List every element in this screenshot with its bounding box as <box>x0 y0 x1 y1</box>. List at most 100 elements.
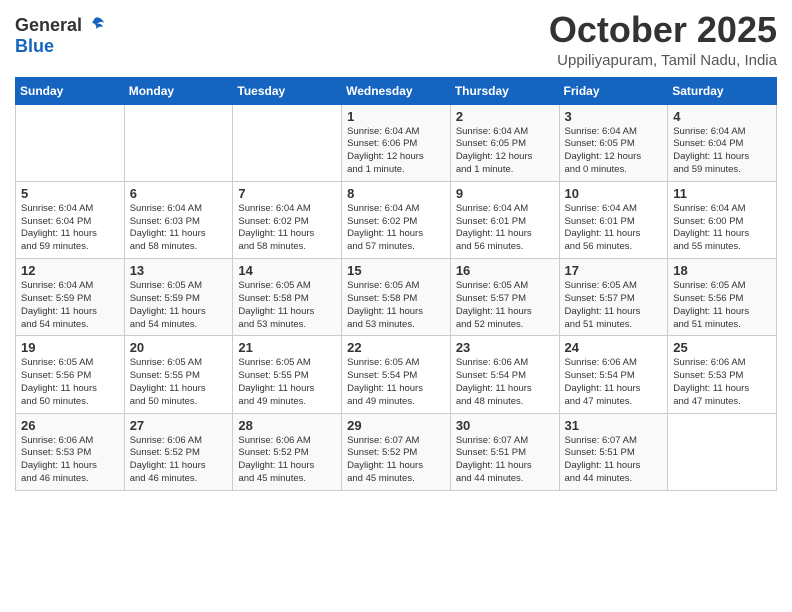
weekday-header-friday: Friday <box>559 77 668 104</box>
calendar-cell: 30 Sunrise: 6:07 AM Sunset: 5:51 PM Dayli… <box>450 413 559 490</box>
day-info: Sunrise: 6:06 AM Sunset: 5:53 PM Dayligh… <box>673 357 771 408</box>
day-info: Sunrise: 6:04 AM Sunset: 6:00 PM Dayligh… <box>673 203 771 254</box>
day-info: Sunrise: 6:05 AM Sunset: 5:56 PM Dayligh… <box>21 357 119 408</box>
day-info: Sunrise: 6:04 AM Sunset: 6:05 PM Dayligh… <box>456 126 554 177</box>
day-number: 1 <box>347 109 445 124</box>
day-number: 16 <box>456 263 554 278</box>
calendar-cell: 20Sunrise: 6:05 AM Sunset: 5:55 PM Dayli… <box>124 336 233 413</box>
weekday-header-tuesday: Tuesday <box>233 77 342 104</box>
day-number: 25 <box>673 340 771 355</box>
day-info: Sunrise: 6:06 AM Sunset: 5:53 PM Dayligh… <box>21 435 119 486</box>
day-info: Sunrise: 6:05 AM Sunset: 5:57 PM Dayligh… <box>456 280 554 331</box>
day-info: Sunrise: 6:04 AM Sunset: 6:06 PM Dayligh… <box>347 126 445 177</box>
day-info: Sunrise: 6:05 AM Sunset: 5:55 PM Dayligh… <box>238 357 336 408</box>
month-title: October 2025 <box>549 10 777 50</box>
day-number: 9 <box>456 186 554 201</box>
day-info: Sunrise: 6:07 AM Sunset: 5:51 PM Dayligh… <box>456 435 554 486</box>
day-number: 15 <box>347 263 445 278</box>
calendar-cell <box>124 104 233 181</box>
day-info: Sunrise: 6:06 AM Sunset: 5:54 PM Dayligh… <box>456 357 554 408</box>
calendar-cell: 17 Sunrise: 6:05 AM Sunset: 5:57 PM Dayli… <box>559 259 668 336</box>
day-info: Sunrise: 6:04 AM Sunset: 5:59 PM Dayligh… <box>21 280 119 331</box>
day-number: 30 <box>456 418 554 433</box>
calendar-cell: 31 Sunrise: 6:07 AM Sunset: 5:51 PM Dayli… <box>559 413 668 490</box>
logo-general-text: General <box>15 16 82 36</box>
calendar-cell: 12 Sunrise: 6:04 AM Sunset: 5:59 PM Dayli… <box>16 259 125 336</box>
weekday-header-monday: Monday <box>124 77 233 104</box>
day-number: 18 <box>673 263 771 278</box>
day-number: 7 <box>238 186 336 201</box>
calendar-week-5: 26 Sunrise: 6:06 AM Sunset: 5:53 PM Dayli… <box>16 413 777 490</box>
calendar-cell: 11 Sunrise: 6:04 AM Sunset: 6:00 PM Dayli… <box>668 181 777 258</box>
day-number: 29 <box>347 418 445 433</box>
weekday-header-saturday: Saturday <box>668 77 777 104</box>
day-info: Sunrise: 6:06 AM Sunset: 5:54 PM Dayligh… <box>565 357 663 408</box>
calendar-cell: 3 Sunrise: 6:04 AM Sunset: 6:05 PM Daylig… <box>559 104 668 181</box>
calendar-cell: 15 Sunrise: 6:05 AM Sunset: 5:58 PM Dayli… <box>342 259 451 336</box>
day-number: 17 <box>565 263 663 278</box>
calendar-cell: 21 Sunrise: 6:05 AM Sunset: 5:55 PM Dayli… <box>233 336 342 413</box>
day-number: 21 <box>238 340 336 355</box>
logo-blue-text: Blue <box>15 36 54 56</box>
calendar-cell: 19 Sunrise: 6:05 AM Sunset: 5:56 PM Dayli… <box>16 336 125 413</box>
day-number: 23 <box>456 340 554 355</box>
day-info: Sunrise: 6:04 AM Sunset: 6:05 PM Dayligh… <box>565 126 663 177</box>
day-number: 11 <box>673 186 771 201</box>
day-number: 31 <box>565 418 663 433</box>
day-number: 8 <box>347 186 445 201</box>
day-number: 13 <box>130 263 228 278</box>
day-info: Sunrise: 6:05 AM Sunset: 5:54 PM Dayligh… <box>347 357 445 408</box>
day-info: Sunrise: 6:04 AM Sunset: 6:01 PM Dayligh… <box>456 203 554 254</box>
calendar-cell: 24 Sunrise: 6:06 AM Sunset: 5:54 PM Dayli… <box>559 336 668 413</box>
day-number: 28 <box>238 418 336 433</box>
day-number: 22 <box>347 340 445 355</box>
day-info: Sunrise: 6:05 AM Sunset: 5:57 PM Dayligh… <box>565 280 663 331</box>
calendar-cell: 4Sunrise: 6:04 AM Sunset: 6:04 PM Daylig… <box>668 104 777 181</box>
logo-bird-icon <box>84 15 106 37</box>
calendar-cell: 5Sunrise: 6:04 AM Sunset: 6:04 PM Daylig… <box>16 181 125 258</box>
calendar-cell: 23 Sunrise: 6:06 AM Sunset: 5:54 PM Dayli… <box>450 336 559 413</box>
calendar-cell: 2Sunrise: 6:04 AM Sunset: 6:05 PM Daylig… <box>450 104 559 181</box>
title-block: October 2025 Uppiliyapuram, Tamil Nadu, … <box>549 10 777 69</box>
calendar-cell: 29 Sunrise: 6:07 AM Sunset: 5:52 PM Dayli… <box>342 413 451 490</box>
calendar-cell: 27 Sunrise: 6:06 AM Sunset: 5:52 PM Dayli… <box>124 413 233 490</box>
day-info: Sunrise: 6:06 AM Sunset: 5:52 PM Dayligh… <box>130 435 228 486</box>
page-header: General Blue October 2025 Uppiliyapuram,… <box>15 10 777 69</box>
day-info: Sunrise: 6:07 AM Sunset: 5:52 PM Dayligh… <box>347 435 445 486</box>
weekday-header-row: SundayMondayTuesdayWednesdayThursdayFrid… <box>16 77 777 104</box>
day-info: Sunrise: 6:04 AM Sunset: 6:02 PM Dayligh… <box>347 203 445 254</box>
calendar-cell: 25 Sunrise: 6:06 AM Sunset: 5:53 PM Dayli… <box>668 336 777 413</box>
day-number: 14 <box>238 263 336 278</box>
day-number: 10 <box>565 186 663 201</box>
day-info: Sunrise: 6:05 AM Sunset: 5:56 PM Dayligh… <box>673 280 771 331</box>
day-info: Sunrise: 6:04 AM Sunset: 6:01 PM Dayligh… <box>565 203 663 254</box>
weekday-header-wednesday: Wednesday <box>342 77 451 104</box>
calendar-week-2: 5Sunrise: 6:04 AM Sunset: 6:04 PM Daylig… <box>16 181 777 258</box>
day-number: 27 <box>130 418 228 433</box>
calendar-week-4: 19 Sunrise: 6:05 AM Sunset: 5:56 PM Dayli… <box>16 336 777 413</box>
calendar-table: SundayMondayTuesdayWednesdayThursdayFrid… <box>15 77 777 491</box>
location-text: Uppiliyapuram, Tamil Nadu, India <box>549 52 777 69</box>
calendar-cell: 6 Sunrise: 6:04 AM Sunset: 6:03 PM Daylig… <box>124 181 233 258</box>
day-info: Sunrise: 6:05 AM Sunset: 5:59 PM Dayligh… <box>130 280 228 331</box>
calendar-cell: 8 Sunrise: 6:04 AM Sunset: 6:02 PM Daylig… <box>342 181 451 258</box>
day-info: Sunrise: 6:05 AM Sunset: 5:58 PM Dayligh… <box>238 280 336 331</box>
calendar-cell <box>668 413 777 490</box>
day-info: Sunrise: 6:05 AM Sunset: 5:58 PM Dayligh… <box>347 280 445 331</box>
day-number: 3 <box>565 109 663 124</box>
calendar-cell: 7Sunrise: 6:04 AM Sunset: 6:02 PM Daylig… <box>233 181 342 258</box>
day-info: Sunrise: 6:05 AM Sunset: 5:55 PM Dayligh… <box>130 357 228 408</box>
day-info: Sunrise: 6:07 AM Sunset: 5:51 PM Dayligh… <box>565 435 663 486</box>
day-number: 19 <box>21 340 119 355</box>
calendar-cell: 22 Sunrise: 6:05 AM Sunset: 5:54 PM Dayli… <box>342 336 451 413</box>
day-number: 26 <box>21 418 119 433</box>
calendar-cell: 14 Sunrise: 6:05 AM Sunset: 5:58 PM Dayli… <box>233 259 342 336</box>
day-number: 24 <box>565 340 663 355</box>
day-number: 6 <box>130 186 228 201</box>
day-number: 12 <box>21 263 119 278</box>
calendar-cell <box>16 104 125 181</box>
day-info: Sunrise: 6:04 AM Sunset: 6:03 PM Dayligh… <box>130 203 228 254</box>
calendar-cell: 16 Sunrise: 6:05 AM Sunset: 5:57 PM Dayli… <box>450 259 559 336</box>
calendar-cell: 28Sunrise: 6:06 AM Sunset: 5:52 PM Dayli… <box>233 413 342 490</box>
calendar-cell: 1 Sunrise: 6:04 AM Sunset: 6:06 PM Daylig… <box>342 104 451 181</box>
